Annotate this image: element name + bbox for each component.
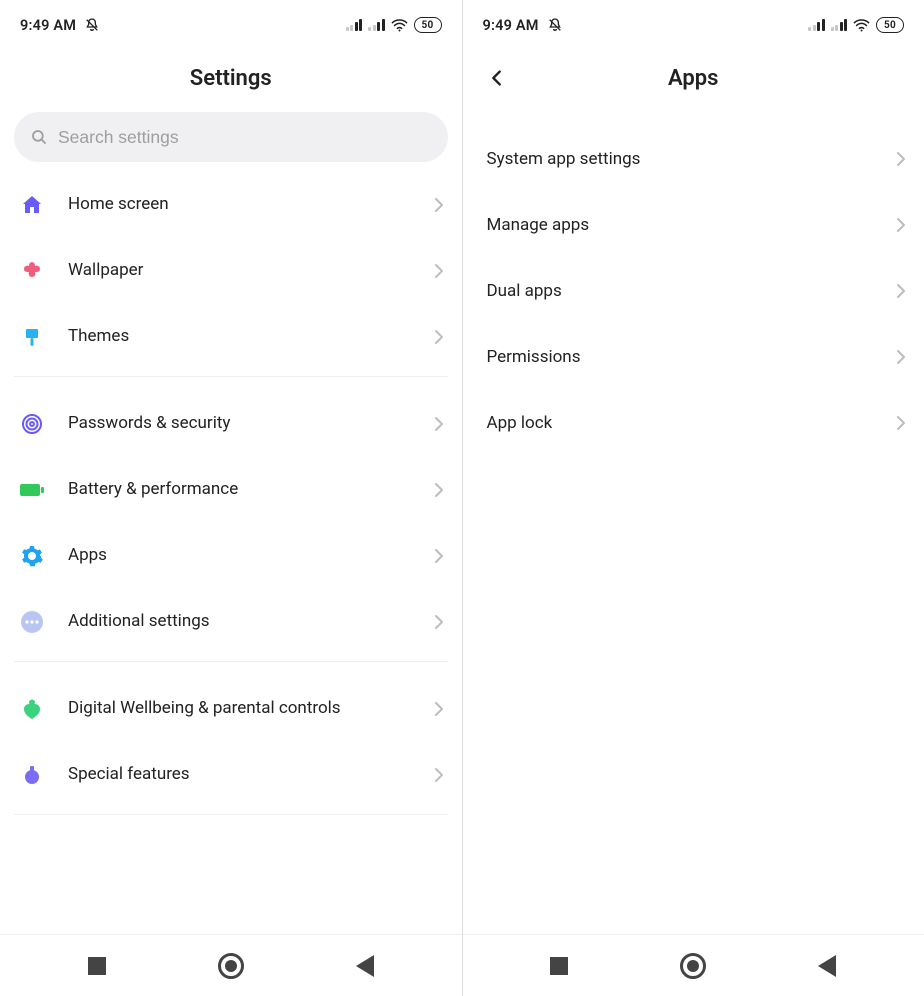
settings-item-wallpaper[interactable]: Wallpaper <box>14 238 448 304</box>
status-time: 9:49 AM <box>20 17 76 34</box>
home-icon <box>18 191 46 219</box>
status-bar: 9:49 AM <box>463 0 924 50</box>
square-icon <box>88 957 106 975</box>
signal-sim2-icon <box>368 19 385 31</box>
apps-item-label: Permissions <box>487 347 581 367</box>
chevron-right-icon <box>434 416 444 432</box>
apps-screen: 9:49 AM <box>463 0 924 996</box>
apps-item-manage-apps[interactable]: Manage apps <box>463 192 924 258</box>
chevron-right-icon <box>896 415 906 431</box>
search-icon <box>30 128 48 146</box>
settings-item-label: Battery & performance <box>68 479 412 500</box>
nav-home-button[interactable] <box>663 944 723 988</box>
circle-icon <box>680 953 706 979</box>
chevron-right-icon <box>434 197 444 213</box>
settings-item-passwords[interactable]: Passwords & security <box>14 391 448 457</box>
triangle-icon <box>356 955 374 977</box>
chevron-right-icon <box>434 329 444 345</box>
battery-indicator: 50 <box>876 17 904 33</box>
wifi-icon <box>853 19 870 32</box>
settings-item-label: Special features <box>68 764 412 785</box>
status-bar: 9:49 AM <box>0 0 462 50</box>
chevron-right-icon <box>434 614 444 630</box>
title-row: Apps <box>463 50 924 106</box>
chevron-right-icon <box>434 482 444 498</box>
settings-item-label: Home screen <box>68 194 412 215</box>
nav-recents-button[interactable] <box>529 944 589 988</box>
square-icon <box>550 957 568 975</box>
settings-item-label: Digital Wellbeing & parental controls <box>68 698 412 719</box>
back-button[interactable] <box>477 58 517 98</box>
split-view: 9:49 AM <box>0 0 924 996</box>
settings-item-wellbeing[interactable]: Digital Wellbeing & parental controls <box>14 676 448 742</box>
apps-item-system-app-settings[interactable]: System app settings <box>463 126 924 192</box>
chevron-right-icon <box>896 151 906 167</box>
title-row: Settings <box>0 50 462 106</box>
chevron-right-icon <box>896 283 906 299</box>
settings-item-apps[interactable]: Apps <box>14 523 448 589</box>
fingerprint-icon <box>18 410 46 438</box>
settings-item-battery[interactable]: Battery & performance <box>14 457 448 523</box>
battery-indicator: 50 <box>414 17 442 33</box>
search-input[interactable] <box>58 127 432 148</box>
apps-item-permissions[interactable]: Permissions <box>463 324 924 390</box>
wellbeing-icon <box>18 695 46 723</box>
apps-list: System app settings Manage apps Dual apps P… <box>463 106 924 934</box>
apps-item-label: App lock <box>487 413 553 433</box>
settings-item-themes[interactable]: Themes <box>14 304 448 370</box>
chevron-right-icon <box>434 767 444 783</box>
dots-icon <box>18 608 46 636</box>
signal-sim1-icon <box>808 19 825 31</box>
triangle-icon <box>818 955 836 977</box>
chevron-right-icon <box>434 263 444 279</box>
nav-back-button[interactable] <box>797 944 857 988</box>
mute-icon <box>547 17 563 33</box>
settings-item-label: Apps <box>68 545 412 566</box>
chevron-right-icon <box>434 701 444 717</box>
signal-sim2-icon <box>831 19 848 31</box>
chevron-right-icon <box>896 349 906 365</box>
apps-item-label: Manage apps <box>487 215 590 235</box>
nav-home-button[interactable] <box>201 944 261 988</box>
nav-back-button[interactable] <box>335 944 395 988</box>
apps-item-label: System app settings <box>487 149 641 169</box>
flask-icon <box>18 761 46 789</box>
settings-screen: 9:49 AM <box>0 0 462 996</box>
nav-recents-button[interactable] <box>67 944 127 988</box>
page-title: Apps <box>668 66 718 91</box>
circle-icon <box>218 953 244 979</box>
settings-item-label: Themes <box>68 326 412 347</box>
mute-icon <box>84 17 100 33</box>
battery-icon <box>18 476 46 504</box>
flower-icon <box>18 257 46 285</box>
status-time: 9:49 AM <box>483 17 539 34</box>
settings-item-label: Passwords & security <box>68 413 412 434</box>
page-title: Settings <box>190 66 272 91</box>
nav-bar <box>0 934 462 996</box>
settings-list: Home screen Wallpaper Themes Passwords & se… <box>0 172 462 934</box>
nav-bar <box>463 934 924 996</box>
settings-item-label: Additional settings <box>68 611 412 632</box>
brush-icon <box>18 323 46 351</box>
group-separator <box>14 376 448 377</box>
search-field[interactable] <box>14 112 448 162</box>
group-separator <box>14 661 448 662</box>
apps-item-label: Dual apps <box>487 281 562 301</box>
chevron-right-icon <box>434 548 444 564</box>
gear-icon <box>18 542 46 570</box>
group-separator <box>14 814 448 815</box>
chevron-right-icon <box>896 217 906 233</box>
settings-item-home-screen[interactable]: Home screen <box>14 172 448 238</box>
settings-item-special[interactable]: Special features <box>14 742 448 808</box>
apps-item-dual-apps[interactable]: Dual apps <box>463 258 924 324</box>
apps-item-app-lock[interactable]: App lock <box>463 390 924 456</box>
settings-item-additional[interactable]: Additional settings <box>14 589 448 655</box>
chevron-left-icon <box>486 67 508 89</box>
settings-item-label: Wallpaper <box>68 260 412 281</box>
signal-sim1-icon <box>346 19 363 31</box>
wifi-icon <box>391 19 408 32</box>
